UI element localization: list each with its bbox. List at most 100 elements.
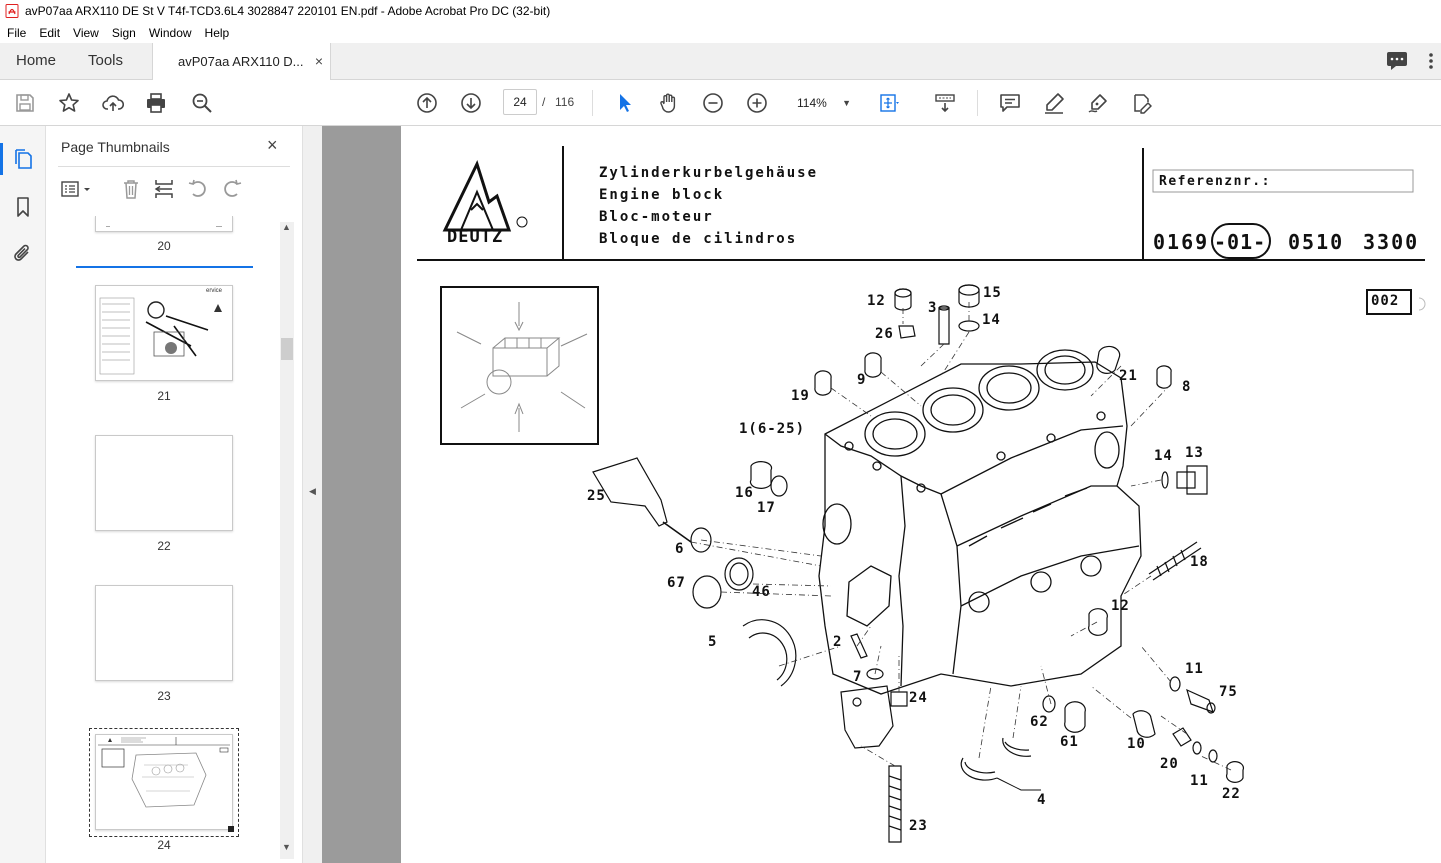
sign-pen-icon[interactable] <box>1086 91 1110 115</box>
thumbnail-label-21: 21 <box>157 389 171 403</box>
callout-label: 12 <box>867 293 886 309</box>
edit-pdf-icon[interactable] <box>1130 91 1154 115</box>
reference-number-part1: 0169 <box>1153 230 1210 254</box>
callout-label: 2 <box>833 634 843 650</box>
toolbar-divider <box>977 90 978 116</box>
callout-label: 15 <box>983 285 1002 301</box>
menu-help[interactable]: Help <box>198 26 236 40</box>
thumbnail-resize-handle[interactable] <box>228 826 234 832</box>
thumbnail-page-24[interactable] <box>95 734 233 830</box>
callout-label: 67 <box>667 575 686 591</box>
callout-label: 11 <box>1190 773 1209 789</box>
rotate-left-icon[interactable] <box>187 178 209 200</box>
panel-splitter[interactable]: ◀ <box>302 126 322 863</box>
callout-label: 8 <box>1182 379 1192 395</box>
highlight-pen-icon[interactable] <box>1042 91 1066 115</box>
scroll-up-arrow-icon[interactable]: ▲ <box>282 222 291 232</box>
page-thumbnails-icon[interactable] <box>11 147 35 171</box>
tab-bar: Home Tools avP07aa ARX110 D... × <box>0 43 1441 80</box>
tab-document[interactable]: avP07aa ARX110 D... × <box>152 43 331 80</box>
tab-tools[interactable]: Tools <box>88 43 123 79</box>
callout-label: 1(6-25) <box>739 421 806 437</box>
bookmark-icon[interactable] <box>11 195 35 219</box>
callout-label: 4 <box>1037 792 1047 808</box>
callout-label: 5 <box>708 634 718 650</box>
print-icon[interactable] <box>144 91 168 115</box>
chevron-down-icon: ▼ <box>842 98 851 108</box>
reference-label: Referenznr.: <box>1159 174 1271 189</box>
page-total: 116 <box>555 95 575 109</box>
menu-window[interactable]: Window <box>142 26 198 40</box>
page-separator: / <box>542 95 546 109</box>
thumbnail-page-22[interactable] <box>95 435 233 531</box>
comment-bubble-icon[interactable] <box>1386 51 1408 71</box>
reference-number-part3: 0510 <box>1288 230 1345 254</box>
callout-label: 18 <box>1190 554 1209 570</box>
zoom-in-icon[interactable] <box>745 91 769 115</box>
left-navigation-rail <box>0 126 46 863</box>
panel-title: Page Thumbnails <box>61 139 170 155</box>
scrollbar-thumb[interactable] <box>281 338 293 360</box>
menu-file[interactable]: File <box>0 26 32 40</box>
callout-label: 7 <box>853 669 863 685</box>
page-number-input[interactable]: 24 <box>503 89 537 115</box>
thumbnail-toolbar <box>58 174 288 204</box>
upload-cloud-icon[interactable] <box>101 91 125 115</box>
menu-bar: File Edit View Sign Window Help <box>0 22 1441 43</box>
star-icon[interactable] <box>57 91 81 115</box>
previous-page-icon[interactable] <box>415 91 439 115</box>
hand-tool-icon[interactable] <box>657 91 681 115</box>
tab-home[interactable]: Home <box>16 43 56 79</box>
thumbnail-options-icon[interactable] <box>60 178 94 200</box>
callout-label: 6 <box>675 541 685 557</box>
callout-label: 9 <box>857 372 867 388</box>
thumbnail-label-22: 22 <box>157 539 171 553</box>
menu-sign[interactable]: Sign <box>105 26 142 40</box>
scroll-down-arrow-icon[interactable]: ▼ <box>282 842 291 852</box>
callout-label: 14 <box>982 312 1001 328</box>
scroll-mode-icon[interactable] <box>933 91 957 115</box>
callout-label: 24 <box>909 690 928 706</box>
next-page-icon[interactable] <box>459 91 483 115</box>
menu-view[interactable]: View <box>66 26 105 40</box>
thumbnail-scrollbar[interactable]: ▲ ▼ <box>280 222 294 859</box>
callout-label: 21 <box>1119 368 1138 384</box>
sheet-title-de: Zylinderkurbelgehäuse <box>599 165 819 181</box>
thumbnail-page-21-preview <box>99 297 222 375</box>
comment-icon[interactable] <box>998 91 1022 115</box>
zoom-value: 114% <box>797 96 827 110</box>
callout-label: 10 <box>1127 736 1146 752</box>
thumbnail-page-20[interactable] <box>95 216 233 232</box>
sheet-title-es: Bloque de cilindros <box>599 231 798 247</box>
close-panel-icon[interactable]: × <box>267 135 278 156</box>
drop-indicator <box>76 266 253 268</box>
zoom-out-icon[interactable] <box>701 91 725 115</box>
delete-page-icon[interactable] <box>120 178 142 200</box>
attachment-icon[interactable] <box>11 241 35 265</box>
document-viewport[interactable]: DEUTZ Zylinderkurbelgehäuse Engine block… <box>322 126 1441 863</box>
callout-label: 61 <box>1060 734 1079 750</box>
callout-label: 75 <box>1219 684 1238 700</box>
thumbnail-label-24: 24 <box>157 838 171 852</box>
more-options-icon[interactable] <box>1420 51 1441 71</box>
close-tab-icon[interactable]: × <box>315 53 323 69</box>
thumbnail-page-23[interactable] <box>95 585 233 681</box>
fit-page-icon[interactable] <box>877 91 901 115</box>
page-thumbnails-panel: Page Thumbnails × 20 ervice 21 22 23 24 <box>46 126 302 863</box>
callout-label: 16 <box>735 485 754 501</box>
menu-edit[interactable]: Edit <box>32 26 66 40</box>
collapse-panel-arrow-icon[interactable]: ◀ <box>309 486 316 497</box>
reference-number-part4: 3300 <box>1363 230 1420 254</box>
select-cursor-icon[interactable] <box>613 91 637 115</box>
rotate-right-icon[interactable] <box>221 178 243 200</box>
insert-page-icon[interactable] <box>153 178 175 200</box>
zoom-dropdown[interactable]: 114% ▼ <box>789 90 857 116</box>
save-icon[interactable] <box>13 91 37 115</box>
callout-label: 22 <box>1222 786 1241 802</box>
callout-label: 13 <box>1185 445 1204 461</box>
main-toolbar <box>0 80 1441 126</box>
callout-label: 26 <box>875 326 894 342</box>
reference-number-part2: -01- <box>1214 230 1267 254</box>
zoom-search-icon[interactable] <box>190 91 214 115</box>
thumbnail-page-21[interactable]: ervice <box>95 285 233 381</box>
